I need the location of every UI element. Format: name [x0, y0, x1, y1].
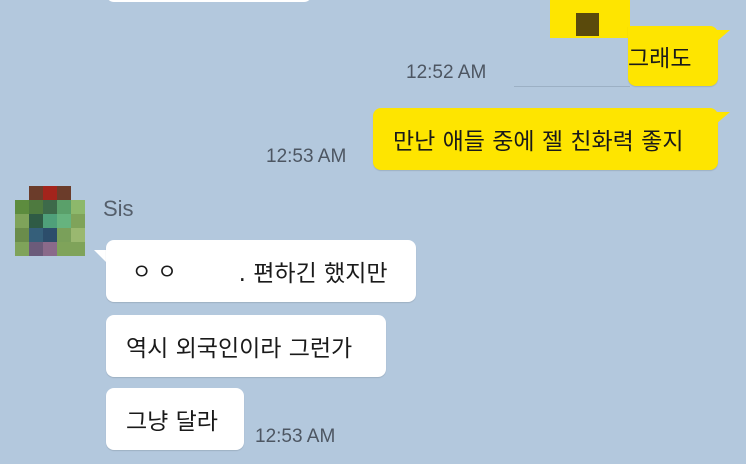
- message-timestamp: 12:53 AM: [266, 146, 347, 167]
- sender-name: Sis: [103, 196, 134, 221]
- message-timestamp: 12:53 AM: [255, 426, 336, 447]
- message-text: 그냥 달라: [126, 409, 218, 435]
- other-message-bubble[interactable]: 역시 외국인이라 그런가: [106, 315, 386, 377]
- divider-line: [514, 86, 630, 87]
- message-prefix-text: ㅇㅇ: [132, 260, 183, 284]
- avatar[interactable]: [15, 186, 85, 256]
- message-text: 역시 외국인이라 그런가: [126, 336, 353, 362]
- message-timestamp: 12:52 AM: [406, 62, 487, 83]
- previous-message-bubble[interactable]: [106, 0, 312, 2]
- my-message-bubble[interactable]: 만난 애들 중에 젤 친화력 좋지: [373, 108, 718, 170]
- other-message-bubble[interactable]: 그냥 달라: [106, 388, 244, 450]
- message-text: 만난 애들 중에 젤 친화력 좋지: [393, 129, 684, 155]
- image-thumbnail-icon: [576, 13, 599, 36]
- other-message-bubble[interactable]: ㅇㅇ . 편하긴 했지만: [106, 240, 416, 302]
- bubble-tail: [716, 30, 730, 42]
- bubble-tail: [716, 112, 730, 124]
- image-message[interactable]: [550, 0, 630, 38]
- message-text: 그래도: [628, 46, 692, 72]
- message-text: . 편하긴 했지만: [238, 261, 388, 287]
- my-message-bubble[interactable]: 그래도: [628, 26, 718, 86]
